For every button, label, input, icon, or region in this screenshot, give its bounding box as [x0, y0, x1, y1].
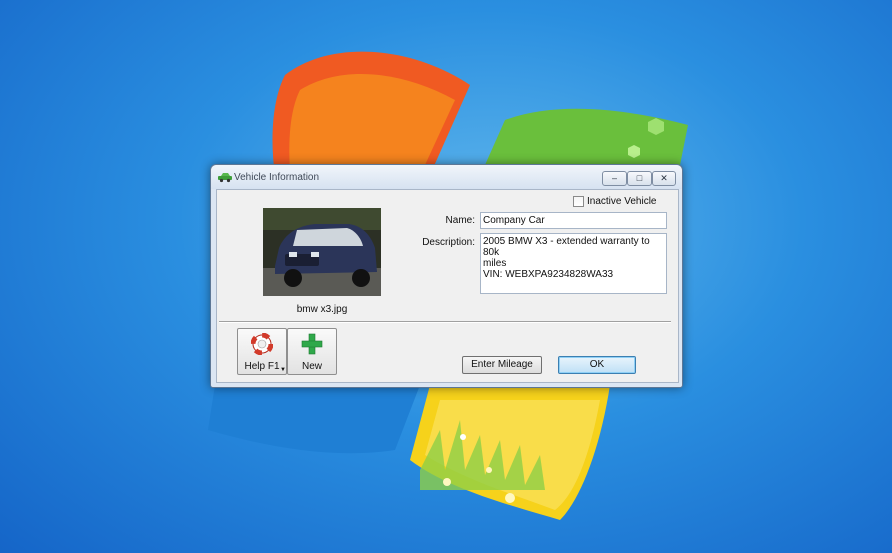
vehicle-information-dialog: Vehicle Information – □ ✕ bmw x3.jpg Ina…	[210, 164, 683, 388]
ok-button[interactable]: OK	[558, 356, 636, 374]
inactive-checkbox-box[interactable]	[573, 196, 584, 207]
minimize-button[interactable]: –	[602, 171, 627, 186]
dropdown-arrow-icon[interactable]: ▼	[280, 367, 286, 373]
help-button-label: Help F1	[244, 361, 280, 372]
new-button-label: New	[301, 361, 322, 372]
title-bar[interactable]: Vehicle Information – □ ✕	[211, 165, 682, 189]
dialog-body: bmw x3.jpg Inactive Vehicle Name: Compan…	[216, 189, 679, 383]
new-button[interactable]: New	[287, 328, 337, 375]
photo-caption: bmw x3.jpg	[296, 304, 348, 315]
maximize-button[interactable]: □	[627, 171, 652, 186]
name-input[interactable]: Company Car	[480, 212, 667, 229]
description-input[interactable]: 2005 BMW X3 - extended warranty to 80k m…	[480, 233, 667, 294]
help-button[interactable]: Help F1 ▼	[237, 328, 287, 375]
separator	[219, 321, 671, 323]
car-icon	[218, 173, 232, 183]
close-button[interactable]: ✕	[652, 171, 676, 186]
enter-mileage-button[interactable]: Enter Mileage	[462, 356, 542, 374]
plus-icon	[301, 333, 323, 355]
name-label: Name:	[445, 215, 475, 226]
description-label: Description:	[422, 237, 475, 248]
inactive-vehicle-label[interactable]: Inactive Vehicle	[587, 196, 657, 207]
vehicle-photo[interactable]	[263, 208, 381, 296]
lifebuoy-icon	[251, 333, 273, 355]
window-title: Vehicle Information	[234, 172, 320, 183]
